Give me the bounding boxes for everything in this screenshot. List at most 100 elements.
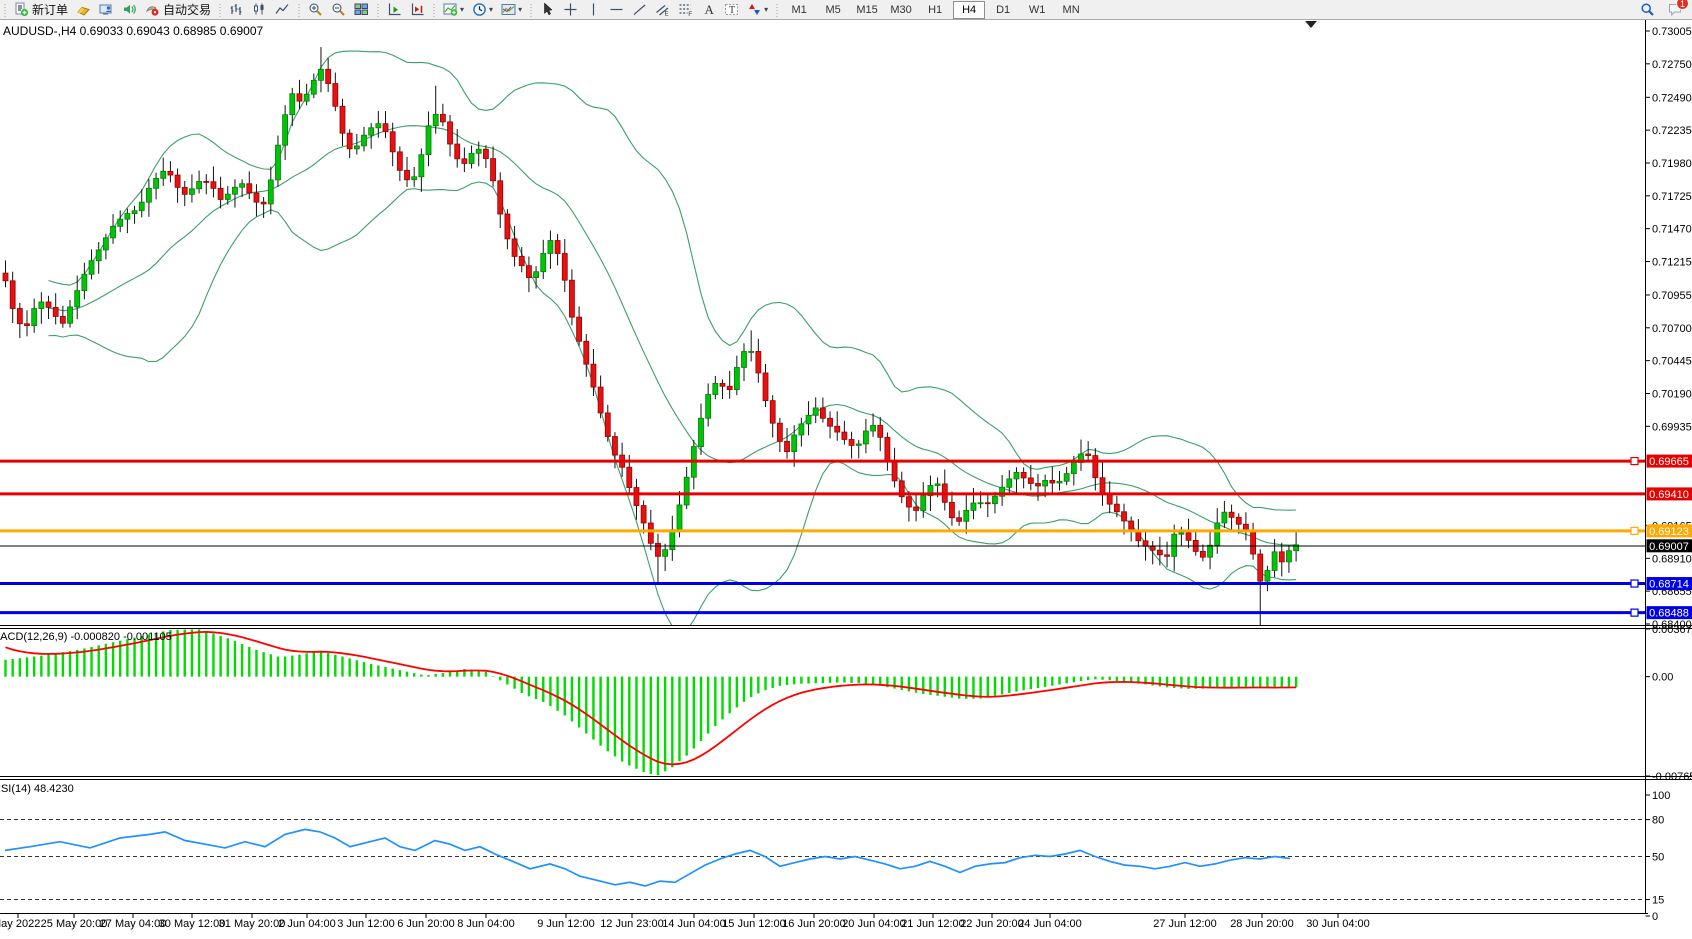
rsi-axis-tick: 50	[1652, 852, 1664, 864]
time-axis-label: 14 Jun 04:00	[662, 918, 726, 930]
time-axis-label: 30 May 12:00	[159, 918, 226, 930]
timeframe-button-w1[interactable]: W1	[1021, 1, 1053, 19]
macd-indicator-label: MACD(12,26,9) -0.000820 -0.001105	[0, 631, 172, 643]
rsi-axis-tick: 100	[1652, 790, 1670, 802]
arrows-icon	[747, 2, 762, 17]
toolbar-drag-handle	[218, 3, 223, 17]
time-axis-label: 28 Jun 20:00	[1230, 918, 1294, 930]
new-order-button[interactable]: 新订单	[11, 0, 71, 19]
rsi-pane	[0, 820, 1646, 900]
auto-scroll-icon	[387, 2, 402, 17]
price-axis-tick: 0.71470	[1652, 224, 1692, 236]
candlestick-button[interactable]	[249, 0, 270, 19]
chart-shift-marker[interactable]	[1305, 21, 1317, 28]
toolbar: 新订单 自动交易 ▾ ▾ ▾ E FAT ▾ M1M5M15M30H1H4D1W1MN 1	[0, 0, 1692, 20]
timeframe-button-d1[interactable]: D1	[987, 1, 1019, 19]
autotrading-button[interactable]: 自动交易	[142, 0, 214, 19]
price-axis-tick: 0.72235	[1652, 125, 1692, 137]
crosshair-button[interactable]	[560, 0, 581, 19]
line-drag-marker[interactable]	[1631, 580, 1638, 587]
macd-pane	[6, 629, 1297, 775]
text-icon: A	[701, 2, 716, 17]
time-axis-label: 27 May 04:00	[100, 918, 167, 930]
indicators-icon	[443, 2, 458, 17]
timeframe-button-m15[interactable]: M15	[851, 1, 883, 19]
cursor-button[interactable]	[537, 0, 558, 19]
line-drag-marker[interactable]	[1631, 458, 1638, 465]
chart-shift-button[interactable]	[407, 0, 428, 19]
sound-button[interactable]	[119, 0, 140, 19]
dropdown-caret-icon[interactable]: ▾	[489, 6, 493, 14]
time-axis-label: 3 Jun 12:00	[337, 918, 395, 930]
channel-icon: E	[655, 2, 670, 17]
fibonacci-icon: F	[678, 2, 693, 17]
zoom-out-button[interactable]	[328, 0, 349, 19]
new-order-button-label: 新订单	[32, 1, 68, 18]
chart-canvas[interactable]: 0.730050.727500.724900.722350.719800.717…	[0, 0, 1692, 939]
clock-icon	[472, 2, 487, 17]
search-button[interactable]	[1637, 0, 1658, 19]
equidistant-channel-button[interactable]: E	[652, 0, 673, 19]
periods-button[interactable]: ▾	[469, 0, 496, 19]
notifications-button[interactable]: 1	[1665, 0, 1686, 19]
terminal-button[interactable]	[96, 0, 117, 19]
sound-icon	[122, 2, 137, 17]
chart-title: AUDUSD-,H4 0.69033 0.69043 0.68985 0.690…	[3, 24, 263, 38]
time-axis-label: 8 Jun 04:00	[457, 918, 515, 930]
autotrading-icon	[145, 2, 160, 17]
dropdown-caret-icon[interactable]: ▾	[460, 6, 464, 14]
timeframe-button-m5[interactable]: M5	[817, 1, 849, 19]
templates-button[interactable]: ▾	[498, 0, 525, 19]
tile-windows-button[interactable]	[351, 0, 372, 19]
price-axis-tick: 0.70445	[1652, 356, 1692, 368]
toolbar-drag-handle	[432, 3, 437, 17]
crosshair-icon	[563, 2, 578, 17]
timeframe-button-m30[interactable]: M30	[885, 1, 917, 19]
fibonacci-button[interactable]: F	[675, 0, 696, 19]
timeframe-button-h4[interactable]: H4	[953, 1, 985, 19]
search-icon	[1640, 2, 1655, 17]
indicators-button[interactable]: ▾	[440, 0, 467, 19]
text-button[interactable]: A	[698, 0, 719, 19]
svg-text:E: E	[665, 12, 669, 18]
price-chip-label: 0.69410	[1649, 489, 1689, 501]
bar-chart-button[interactable]	[226, 0, 247, 19]
chart-shift-icon	[410, 2, 425, 17]
text-label-button[interactable]: T	[721, 0, 742, 19]
price-chip-label: 0.69007	[1649, 541, 1689, 553]
rsi-axis-tick: 15	[1652, 895, 1664, 907]
price-chip-label: 0.68714	[1649, 579, 1689, 591]
text-label-icon: T	[724, 2, 739, 17]
candlestick-icon	[252, 2, 267, 17]
timeframe-button-mn[interactable]: MN	[1055, 1, 1087, 19]
timeframe-button-m1[interactable]: M1	[783, 1, 815, 19]
zoom-in-button[interactable]	[305, 0, 326, 19]
dropdown-caret-icon[interactable]: ▾	[518, 6, 522, 14]
horizontal-line-button[interactable]	[606, 0, 627, 19]
auto-scroll-button[interactable]	[384, 0, 405, 19]
arrows-button[interactable]: ▾	[744, 0, 771, 19]
time-axis-label: 22 Jun 20:00	[960, 918, 1024, 930]
time-axis-label: 31 May 20:00	[219, 918, 286, 930]
vertical-line-button[interactable]	[583, 0, 604, 19]
price-axis-tick: 0.71215	[1652, 256, 1692, 268]
time-axis-label: 15 Jun 12:00	[722, 918, 786, 930]
line-drag-marker[interactable]	[1631, 609, 1638, 616]
toolbar-drag-handle	[297, 3, 302, 17]
macd-axis-tick: 0.003672	[1652, 624, 1692, 636]
terminal-icon	[99, 2, 114, 17]
line-drag-marker[interactable]	[1631, 527, 1638, 534]
horizontal-line-icon	[609, 2, 624, 17]
time-axis-label: 21 Jun 12:00	[901, 918, 965, 930]
bar-chart-icon	[229, 2, 244, 17]
time-axis-label: 6 Jun 20:00	[397, 918, 455, 930]
vertical-line-icon	[586, 2, 601, 17]
price-chip-label: 0.69665	[1649, 456, 1689, 468]
dropdown-caret-icon[interactable]: ▾	[764, 6, 768, 14]
trendline-button[interactable]	[629, 0, 650, 19]
line-chart-button[interactable]	[272, 0, 293, 19]
metaquotes-button[interactable]	[73, 0, 94, 19]
price-axis-tick: 0.72750	[1652, 59, 1692, 71]
timeframe-button-h1[interactable]: H1	[919, 1, 951, 19]
rsi-indicator-label: RSI(14) 48.4230	[0, 783, 74, 795]
